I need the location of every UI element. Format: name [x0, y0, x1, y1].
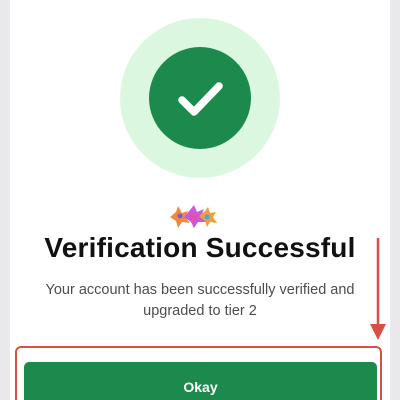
dialog-title: Verification Successful — [44, 232, 356, 263]
okay-button-label: Okay — [183, 379, 218, 395]
dialog-message: Your account has been successfully verif… — [45, 282, 355, 319]
okay-button[interactable]: Okay — [24, 362, 377, 400]
sparkle-icon — [170, 205, 217, 228]
screen: Verification Successful Your account has… — [0, 0, 400, 400]
success-badge — [149, 47, 251, 149]
arrow-down-icon — [370, 238, 386, 340]
check-icon — [178, 82, 223, 116]
